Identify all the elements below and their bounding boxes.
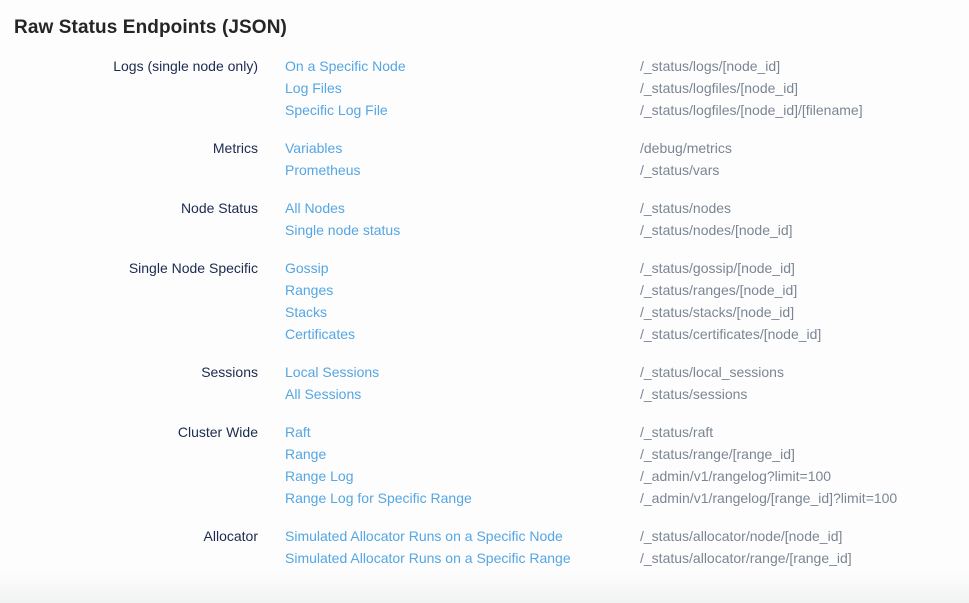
endpoint-url: /_status/logfiles/[node_id]	[640, 77, 798, 99]
endpoint-link[interactable]: Raft	[285, 421, 640, 443]
page-title: Raw Status Endpoints (JSON)	[14, 14, 955, 41]
endpoint-url: /_admin/v1/rangelog/[range_id]?limit=100	[640, 487, 897, 509]
endpoint-group: Logs (single node only) On a Specific No…	[14, 55, 955, 121]
endpoint-url: /_status/allocator/range/[range_id]	[640, 547, 852, 569]
category-label: Single Node Specific	[14, 257, 258, 279]
endpoint-row: Log Files /_status/logfiles/[node_id]	[285, 77, 955, 99]
endpoint-url: /_status/nodes	[640, 197, 731, 219]
endpoint-row: Local Sessions /_status/local_sessions	[285, 361, 955, 383]
endpoint-link[interactable]: Specific Log File	[285, 99, 640, 121]
endpoint-row: Raft /_status/raft	[285, 421, 955, 443]
endpoint-row: Simulated Allocator Runs on a Specific R…	[285, 547, 955, 569]
group-rows: Gossip /_status/gossip/[node_id] Ranges …	[285, 257, 955, 345]
endpoint-link[interactable]: Simulated Allocator Runs on a Specific R…	[285, 547, 640, 569]
endpoint-row: Simulated Allocator Runs on a Specific N…	[285, 525, 955, 547]
endpoint-link[interactable]: Stacks	[285, 301, 640, 323]
endpoint-link[interactable]: Certificates	[285, 323, 640, 345]
endpoint-url: /_status/vars	[640, 159, 719, 181]
endpoint-link[interactable]: Ranges	[285, 279, 640, 301]
category-label: Sessions	[14, 361, 258, 383]
endpoint-url: /_status/local_sessions	[640, 361, 784, 383]
endpoint-link[interactable]: All Sessions	[285, 383, 640, 405]
endpoint-row: Single node status /_status/nodes/[node_…	[285, 219, 955, 241]
endpoint-link[interactable]: Range	[285, 443, 640, 465]
endpoint-url: /debug/metrics	[640, 137, 732, 159]
endpoint-url: /_status/stacks/[node_id]	[640, 301, 794, 323]
endpoint-group: Cluster Wide Raft /_status/raft Range /_…	[14, 421, 955, 509]
endpoint-group: Allocator Simulated Allocator Runs on a …	[14, 525, 955, 569]
endpoint-row: Range /_status/range/[range_id]	[285, 443, 955, 465]
group-rows: On a Specific Node /_status/logs/[node_i…	[285, 55, 955, 121]
endpoint-url: /_status/logs/[node_id]	[640, 55, 780, 77]
endpoint-row: All Nodes /_status/nodes	[285, 197, 955, 219]
endpoint-url: /_status/gossip/[node_id]	[640, 257, 795, 279]
category-label: Cluster Wide	[14, 421, 258, 443]
category-label: Allocator	[14, 525, 258, 547]
content-area: Raw Status Endpoints (JSON) Logs (single…	[0, 0, 969, 569]
endpoint-row: Ranges /_status/ranges/[node_id]	[285, 279, 955, 301]
endpoint-url: /_status/certificates/[node_id]	[640, 323, 821, 345]
endpoint-link[interactable]: Gossip	[285, 257, 640, 279]
group-rows: Local Sessions /_status/local_sessions A…	[285, 361, 955, 405]
endpoint-url: /_status/raft	[640, 421, 713, 443]
endpoint-url: /_status/allocator/node/[node_id]	[640, 525, 842, 547]
endpoint-url: /_status/nodes/[node_id]	[640, 219, 793, 241]
endpoint-group: Metrics Variables /debug/metrics Prometh…	[14, 137, 955, 181]
debug-page: Raw Status Endpoints (JSON) Logs (single…	[0, 0, 969, 603]
endpoint-row: Variables /debug/metrics	[285, 137, 955, 159]
category-label: Logs (single node only)	[14, 55, 258, 77]
endpoint-group: Sessions Local Sessions /_status/local_s…	[14, 361, 955, 405]
endpoint-url: /_status/range/[range_id]	[640, 443, 795, 465]
endpoint-link[interactable]: Local Sessions	[285, 361, 640, 383]
endpoint-link[interactable]: Range Log	[285, 465, 640, 487]
endpoint-row: Specific Log File /_status/logfiles/[nod…	[285, 99, 955, 121]
endpoints-table: Logs (single node only) On a Specific No…	[14, 55, 955, 569]
group-rows: Raft /_status/raft Range /_status/range/…	[285, 421, 955, 509]
endpoint-group: Node Status All Nodes /_status/nodes Sin…	[14, 197, 955, 241]
category-label: Metrics	[14, 137, 258, 159]
endpoint-row: On a Specific Node /_status/logs/[node_i…	[285, 55, 955, 77]
endpoint-row: Prometheus /_status/vars	[285, 159, 955, 181]
endpoint-link[interactable]: Range Log for Specific Range	[285, 487, 640, 509]
endpoint-row: Stacks /_status/stacks/[node_id]	[285, 301, 955, 323]
group-rows: Variables /debug/metrics Prometheus /_st…	[285, 137, 955, 181]
endpoint-url: /_status/logfiles/[node_id]/[filename]	[640, 99, 863, 121]
endpoint-row: Gossip /_status/gossip/[node_id]	[285, 257, 955, 279]
endpoint-link[interactable]: Log Files	[285, 77, 640, 99]
endpoint-url: /_admin/v1/rangelog?limit=100	[640, 465, 831, 487]
category-label: Node Status	[14, 197, 258, 219]
endpoint-group: Single Node Specific Gossip /_status/gos…	[14, 257, 955, 345]
endpoint-link[interactable]: Simulated Allocator Runs on a Specific N…	[285, 525, 640, 547]
endpoint-link[interactable]: Prometheus	[285, 159, 640, 181]
endpoint-row: All Sessions /_status/sessions	[285, 383, 955, 405]
endpoint-link[interactable]: Single node status	[285, 219, 640, 241]
endpoint-url: /_status/ranges/[node_id]	[640, 279, 797, 301]
endpoint-row: Certificates /_status/certificates/[node…	[285, 323, 955, 345]
endpoint-url: /_status/sessions	[640, 383, 747, 405]
group-rows: Simulated Allocator Runs on a Specific N…	[285, 525, 955, 569]
endpoint-link[interactable]: On a Specific Node	[285, 55, 640, 77]
endpoint-link[interactable]: Variables	[285, 137, 640, 159]
endpoint-row: Range Log for Specific Range /_admin/v1/…	[285, 487, 955, 509]
endpoint-link[interactable]: All Nodes	[285, 197, 640, 219]
group-rows: All Nodes /_status/nodes Single node sta…	[285, 197, 955, 241]
endpoint-row: Range Log /_admin/v1/rangelog?limit=100	[285, 465, 955, 487]
